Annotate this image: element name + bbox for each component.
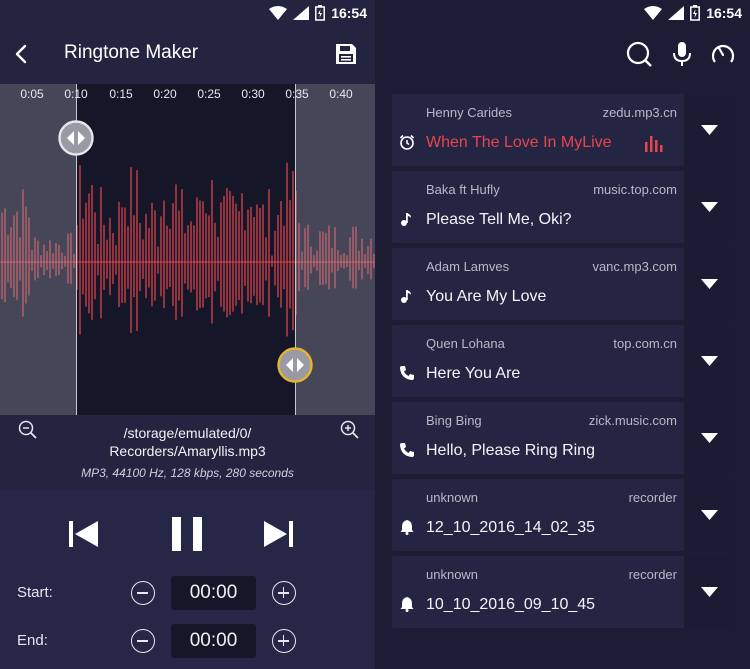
timeline-label: 0:35 (285, 87, 309, 101)
expand-button[interactable] (684, 171, 734, 243)
ringtone-list-screen: 16:54 Henny Carides zedu.mp3.cn When The… (375, 0, 750, 669)
status-bar: 16:54 (0, 0, 375, 26)
alarm-icon (399, 134, 415, 150)
wifi-icon (644, 6, 663, 20)
zoom-in-icon[interactable] (340, 420, 360, 440)
song-title: 12_10_2016_14_02_35 (426, 519, 596, 536)
app-bar: Ringtone Maker (0, 26, 375, 84)
expand-button[interactable] (684, 556, 734, 628)
phone-icon (400, 366, 414, 380)
source-domain: top.com.cn (613, 336, 677, 351)
chevron-down-icon (701, 125, 718, 135)
expand-button[interactable] (684, 248, 734, 320)
list-item[interactable]: Quen Lohana top.com.cn Here You Are (392, 325, 734, 397)
list-item[interactable]: unknown recorder 12_10_2016_14_02_35 (392, 479, 734, 551)
bell-icon (400, 520, 414, 535)
source-domain: music.top.com (593, 182, 677, 197)
app-bar (375, 26, 750, 84)
artist-name: Adam Lamves (426, 259, 510, 274)
expand-button[interactable] (684, 479, 734, 551)
signal-icon (293, 6, 310, 20)
bell-icon (400, 597, 414, 612)
start-decrement-button[interactable] (131, 581, 155, 605)
timeline-label: 0:15 (109, 87, 133, 101)
song-title: Hello, Please Ring Ring (426, 442, 595, 459)
status-time: 16:54 (706, 5, 742, 21)
music-note-icon (401, 213, 411, 226)
chevron-down-icon (701, 279, 718, 289)
artist-name: unknown (426, 490, 479, 505)
chevron-down-icon (701, 587, 718, 597)
page-title: Ringtone Maker (64, 42, 199, 63)
end-label: End: (17, 632, 48, 649)
list-item[interactable]: unknown recorder 10_10_2016_09_10_45 (392, 556, 734, 628)
song-title: Here You Are (426, 365, 521, 382)
status-time: 16:54 (331, 5, 367, 21)
chevron-down-icon (701, 510, 718, 520)
list-item[interactable]: Bing Bing zick.music.com Hello, Please R… (392, 402, 734, 474)
artist-name: unknown (426, 567, 479, 582)
ringtone-editor-screen: 16:54 Ringtone Maker 0:05 0:10 0:15 0:20… (0, 0, 375, 669)
expand-button[interactable] (684, 94, 734, 166)
source-domain: zedu.mp3.cn (602, 105, 677, 120)
playback-controls: Start: 00:00 End: 00:00 (0, 490, 375, 669)
timeline-label: 0:40 (329, 87, 353, 101)
song-title: When The Love In MyLive (426, 134, 612, 151)
source-domain: recorder (628, 490, 677, 505)
timeline-ruler: 0:05 0:10 0:15 0:20 0:25 0:30 0:35 0:40 (0, 84, 375, 104)
end-increment-button[interactable] (272, 629, 296, 653)
source-domain: zick.music.com (588, 413, 677, 428)
artist-name: Baka ft Hufly (426, 182, 500, 197)
start-increment-button[interactable] (272, 581, 296, 605)
timeline-label: 0:10 (64, 87, 88, 101)
gauge-icon[interactable] (709, 40, 737, 68)
timeline-label: 0:25 (197, 87, 221, 101)
timeline-label: 0:20 (153, 87, 177, 101)
expand-button[interactable] (684, 402, 734, 474)
chevron-down-icon (701, 433, 718, 443)
file-info: MP3, 44100 Hz, 128 kbps, 280 seconds (81, 466, 294, 480)
source-domain: vanc.mp3.com (592, 259, 677, 274)
signal-icon (668, 6, 685, 20)
start-marker-handle[interactable] (58, 120, 94, 156)
battery-icon (315, 5, 326, 21)
chevron-down-icon (701, 356, 718, 366)
song-title: Please Tell Me, Oki? (426, 211, 572, 228)
zoom-out-icon[interactable] (18, 420, 38, 440)
music-note-icon (401, 290, 411, 303)
source-domain: recorder (628, 567, 677, 582)
equalizer-icon (645, 136, 663, 152)
list-item[interactable]: Baka ft Hufly music.top.com Please Tell … (392, 171, 734, 243)
artist-name: Henny Carides (426, 105, 512, 120)
search-icon[interactable] (625, 40, 653, 68)
microphone-icon[interactable] (668, 40, 696, 68)
battery-icon (690, 5, 701, 21)
pause-icon[interactable] (171, 517, 203, 551)
phone-icon (400, 443, 414, 457)
list-item[interactable]: Adam Lamves vanc.mp3.com You Are My Love (392, 248, 734, 320)
song-title: 10_10_2016_09_10_45 (426, 596, 596, 613)
timeline-label: 0:05 (20, 87, 44, 101)
wifi-icon (269, 6, 288, 20)
status-bar: 16:54 (375, 0, 750, 26)
artist-name: Quen Lohana (426, 336, 505, 351)
back-arrow-icon[interactable] (10, 42, 32, 66)
start-time-field[interactable]: 00:00 (171, 576, 256, 610)
end-decrement-button[interactable] (131, 629, 155, 653)
skip-previous-icon[interactable] (68, 520, 100, 548)
skip-next-icon[interactable] (262, 520, 294, 548)
artist-name: Bing Bing (426, 413, 482, 428)
list-item[interactable]: Henny Carides zedu.mp3.cn When The Love … (392, 94, 734, 166)
end-time-field[interactable]: 00:00 (171, 624, 256, 658)
end-marker-handle[interactable] (277, 347, 313, 383)
file-path: /storage/emulated/0/ Recorders/Amaryllis… (109, 425, 266, 459)
waveform-panel[interactable] (0, 84, 375, 415)
song-title: You Are My Love (426, 288, 547, 305)
start-label: Start: (17, 584, 53, 601)
expand-button[interactable] (684, 325, 734, 397)
chevron-down-icon (701, 202, 718, 212)
save-icon[interactable] (334, 42, 358, 66)
timeline-label: 0:30 (241, 87, 265, 101)
